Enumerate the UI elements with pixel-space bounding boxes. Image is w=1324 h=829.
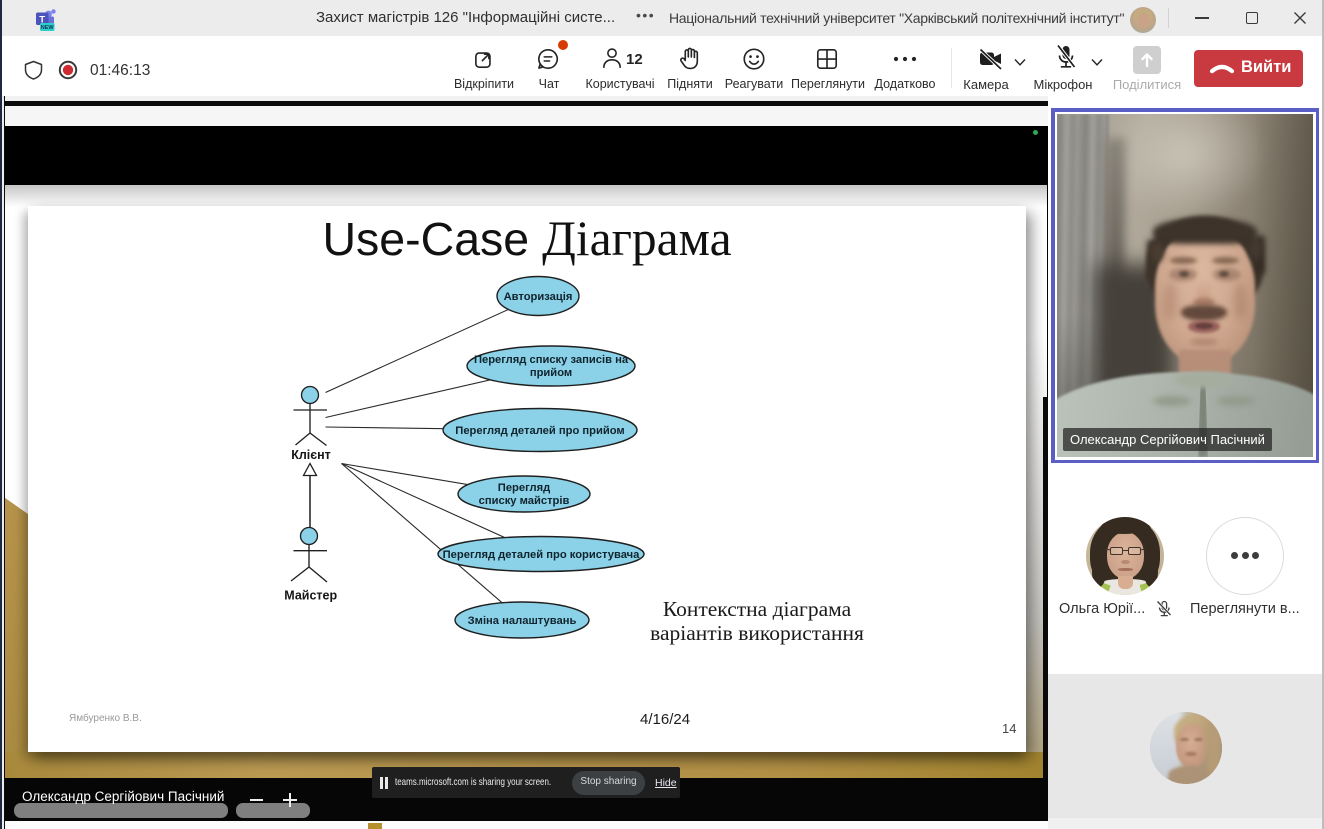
svg-text:списку майстрів: списку майстрів	[479, 495, 570, 507]
svg-text:Клієнт: Клієнт	[291, 448, 331, 462]
svg-text:Авторизація: Авторизація	[504, 291, 573, 303]
svg-text:NEW: NEW	[41, 25, 55, 31]
svg-text:Майстер: Майстер	[284, 589, 337, 603]
svg-text:Зміна налаштувань: Зміна налаштувань	[468, 615, 577, 627]
svg-text:Перегляд списку записів на: Перегляд списку записів на	[474, 354, 629, 366]
svg-text:Перегляд деталей про прийом: Перегляд деталей про прийом	[455, 425, 624, 437]
svg-text:прийом: прийом	[530, 367, 572, 379]
svg-text:Перегляд деталей про користува: Перегляд деталей про користувача	[443, 549, 640, 561]
svg-text:Перегляд: Перегляд	[498, 482, 550, 494]
